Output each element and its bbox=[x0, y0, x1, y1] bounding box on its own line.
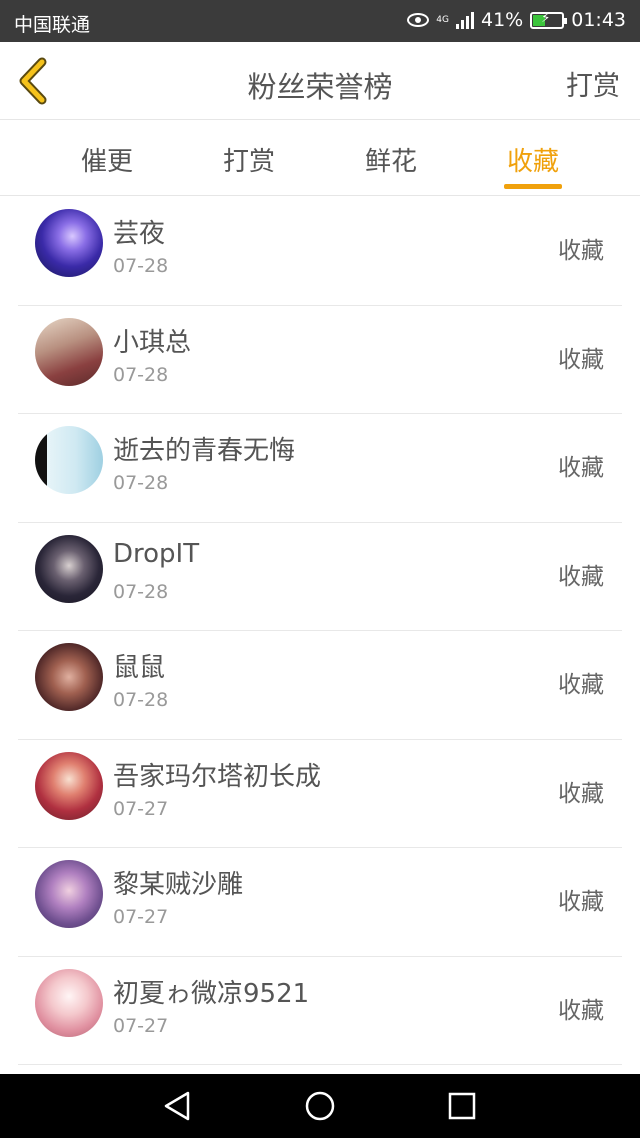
avatar[interactable] bbox=[35, 209, 103, 277]
status-bar: 中国联通 4G 41% ⚡ 01:43 bbox=[0, 0, 640, 42]
fan-date: 07-27 bbox=[113, 1014, 169, 1037]
status-icons: 4G 41% ⚡ 01:43 bbox=[407, 9, 626, 31]
signal-icon bbox=[456, 11, 474, 29]
fan-list: 芸夜 07-28 收藏 小琪总 07-28 收藏 逝去的青春无悔 07-28 收… bbox=[18, 197, 622, 1065]
fan-action: 收藏 bbox=[558, 563, 604, 590]
nav-back-button[interactable] bbox=[158, 1088, 198, 1124]
circle-home-icon bbox=[305, 1091, 335, 1121]
avatar[interactable] bbox=[35, 860, 103, 928]
fan-name: 黎某贼沙雕 bbox=[113, 870, 244, 900]
list-item[interactable]: 芸夜 07-28 收藏 bbox=[18, 197, 622, 306]
list-item[interactable]: DropIT 07-28 收藏 bbox=[18, 523, 622, 631]
list-item[interactable]: 黎某贼沙雕 07-27 收藏 bbox=[18, 848, 622, 957]
fan-name: 吾家玛尔塔初长成 bbox=[113, 761, 322, 792]
fan-name: 小琪总 bbox=[113, 327, 192, 358]
fan-date: 07-28 bbox=[113, 580, 169, 603]
fan-date: 07-28 bbox=[113, 689, 169, 711]
reward-button[interactable]: 打赏 bbox=[566, 64, 620, 103]
fan-date: 07-27 bbox=[113, 797, 169, 820]
battery-percent: 41% bbox=[481, 9, 524, 31]
tab-bar: 催更 打赏 鲜花 收藏 bbox=[0, 121, 640, 196]
fan-action: 收藏 bbox=[558, 997, 604, 1024]
avatar[interactable] bbox=[35, 751, 103, 820]
fan-date: 07-28 bbox=[113, 363, 169, 386]
fan-action: 收藏 bbox=[558, 889, 604, 915]
fan-date: 07-28 bbox=[113, 255, 169, 277]
carrier-label: 中国联通 bbox=[14, 14, 91, 36]
list-item[interactable]: 吾家玛尔塔初长成 07-27 收藏 bbox=[18, 740, 622, 848]
tab-flowers[interactable]: 鲜花 bbox=[341, 141, 441, 178]
charging-icon: ⚡ bbox=[541, 10, 551, 26]
fan-name: DropIT bbox=[113, 538, 200, 569]
avatar[interactable] bbox=[35, 534, 103, 603]
fan-date: 07-28 bbox=[113, 472, 169, 494]
avatar[interactable] bbox=[35, 317, 103, 386]
nav-home-button[interactable] bbox=[300, 1088, 340, 1124]
fan-name: 初夏ゎ微凉9521 bbox=[113, 978, 310, 1009]
fan-action: 收藏 bbox=[558, 346, 604, 373]
fan-name: 鼠鼠 bbox=[113, 653, 166, 683]
fan-action: 收藏 bbox=[558, 238, 604, 264]
square-recents-icon bbox=[448, 1092, 476, 1120]
network-type-label: 4G bbox=[436, 14, 449, 25]
system-nav-bar bbox=[0, 1074, 640, 1138]
battery-icon: ⚡ bbox=[530, 10, 568, 29]
tab-favorites[interactable]: 收藏 bbox=[483, 141, 583, 178]
list-item[interactable]: 鼠鼠 07-28 收藏 bbox=[18, 631, 622, 740]
tab-reward[interactable]: 打赏 bbox=[199, 141, 299, 178]
fan-action: 收藏 bbox=[558, 455, 604, 481]
triangle-back-icon bbox=[164, 1091, 190, 1121]
fan-date: 07-27 bbox=[113, 906, 169, 928]
fan-action: 收藏 bbox=[558, 672, 604, 698]
nav-recents-button[interactable] bbox=[442, 1088, 482, 1124]
avatar[interactable] bbox=[35, 968, 103, 1037]
tab-urge[interactable]: 催更 bbox=[57, 141, 157, 178]
fan-name: 逝去的青春无悔 bbox=[113, 436, 296, 466]
eye-comfort-icon bbox=[407, 13, 430, 27]
list-item[interactable]: 初夏ゎ微凉9521 07-27 收藏 bbox=[18, 957, 622, 1065]
avatar[interactable] bbox=[35, 426, 103, 494]
app-header: 粉丝荣誉榜 打赏 bbox=[0, 42, 640, 120]
fan-action: 收藏 bbox=[558, 780, 604, 807]
fan-name: 芸夜 bbox=[113, 219, 166, 249]
list-item[interactable]: 小琪总 07-28 收藏 bbox=[18, 306, 622, 414]
avatar[interactable] bbox=[35, 643, 103, 711]
page-title: 粉丝荣誉榜 bbox=[247, 70, 393, 104]
list-item[interactable]: 逝去的青春无悔 07-28 收藏 bbox=[18, 414, 622, 523]
active-tab-indicator bbox=[504, 184, 562, 189]
clock: 01:43 bbox=[571, 9, 626, 31]
